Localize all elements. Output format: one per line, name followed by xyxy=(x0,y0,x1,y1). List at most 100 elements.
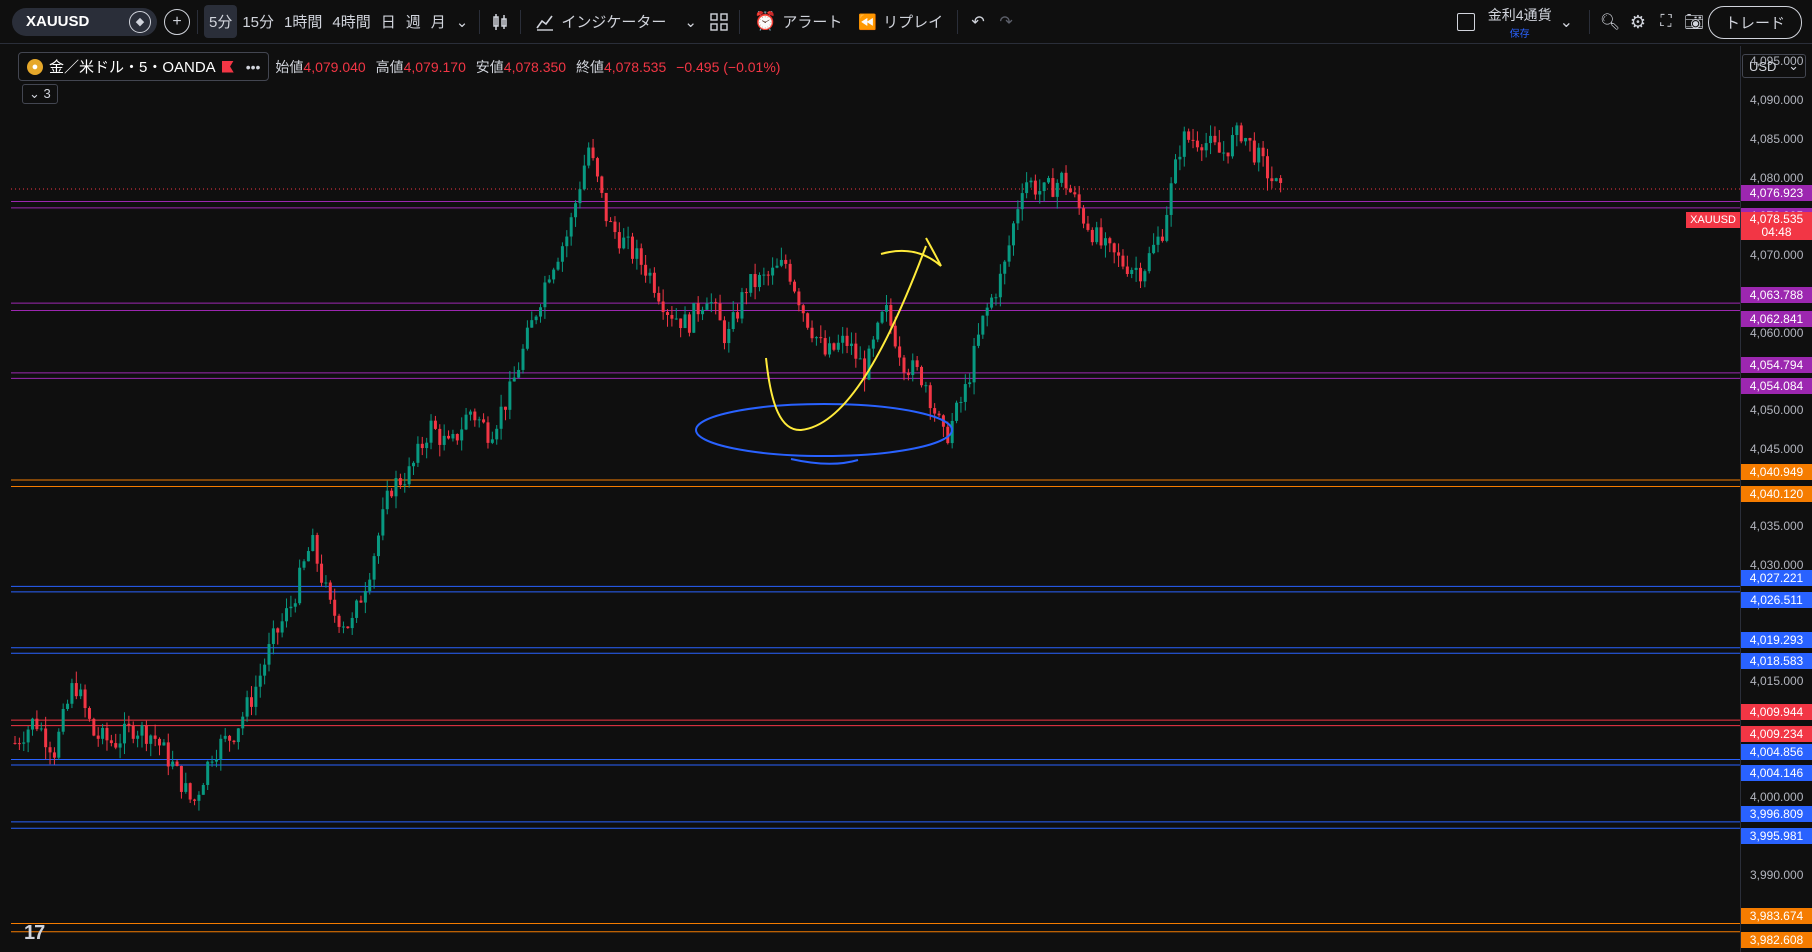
candle-body xyxy=(771,267,775,276)
tradingview-logo[interactable]: 17 xyxy=(24,922,45,945)
magnifier-icon: 🔍︎ xyxy=(1599,14,1621,31)
candle-body xyxy=(740,292,744,319)
timeframe-5m[interactable]: 5分 xyxy=(204,5,238,38)
candle-body xyxy=(622,237,626,249)
candle-body xyxy=(1230,135,1234,157)
candle-body xyxy=(976,334,980,346)
candle-body xyxy=(346,626,350,629)
undo-button[interactable]: ↶ xyxy=(964,8,992,36)
symbol-search[interactable]: XAUUSD ◆ xyxy=(12,7,157,36)
candle-body xyxy=(797,291,801,306)
candle-body xyxy=(52,752,56,758)
candle-body xyxy=(96,735,100,739)
alert-button[interactable]: ⏰ アラート xyxy=(746,11,850,32)
timeframe-15m[interactable]: 15分 xyxy=(237,5,279,38)
candle-body xyxy=(223,735,227,739)
candle-body xyxy=(1222,152,1226,154)
price-chart[interactable] xyxy=(11,46,1740,952)
low-value: 4,078.350 xyxy=(503,58,567,75)
chevron-down-icon[interactable]: ⌄ xyxy=(451,7,474,37)
candle-body xyxy=(1068,188,1072,193)
layout-checkbox[interactable] xyxy=(1452,8,1480,36)
candle-body xyxy=(832,343,836,350)
drawing-blue-stroke xyxy=(790,458,859,465)
candle-body xyxy=(13,742,17,744)
redo-button[interactable]: ↷ xyxy=(992,8,1020,36)
candle-body xyxy=(61,709,65,732)
candle-body xyxy=(985,307,989,316)
candle-body xyxy=(744,292,748,294)
candle-body xyxy=(219,738,223,760)
timeframe-4h[interactable]: 4時間 xyxy=(327,5,375,38)
axis-price-tag: 3,983.674 xyxy=(1741,907,1812,924)
quick-search-button[interactable]: 🔍︎ xyxy=(1596,8,1624,36)
candle-body xyxy=(429,420,433,443)
layouts-button[interactable] xyxy=(705,8,733,36)
candle-body xyxy=(1257,147,1261,163)
candle-body xyxy=(556,261,560,270)
timeframe-day[interactable]: 日 xyxy=(376,5,401,38)
chevron-down-icon[interactable]: ⌄ xyxy=(1560,12,1573,32)
candle-body xyxy=(324,582,328,584)
candle-body xyxy=(587,147,591,166)
last-price-tag: 4,078.535 04:48 xyxy=(1741,212,1812,240)
timeframe-1h[interactable]: 1時間 xyxy=(279,5,327,38)
timeframe-week[interactable]: 週 xyxy=(401,5,426,38)
compare-add-button[interactable]: + xyxy=(163,8,191,36)
candle-body xyxy=(1169,183,1173,215)
candle-body xyxy=(819,337,823,339)
chevron-down-icon: ⌄ xyxy=(684,13,697,31)
candle-body xyxy=(670,315,674,319)
candle-body xyxy=(1213,135,1217,143)
axis-price-tag: 4,040.949 xyxy=(1741,464,1812,481)
candle-body xyxy=(460,429,464,441)
replay-button[interactable]: ⏪ リプレイ xyxy=(850,11,951,32)
axis-price-tag: 4,019.293 xyxy=(1741,631,1812,648)
flag-icon xyxy=(221,60,234,73)
axis-price-tag: 4,063.788 xyxy=(1741,287,1812,304)
timeframe-month[interactable]: 月 xyxy=(426,5,451,38)
axis-tick-label: 4,060.000 xyxy=(1750,325,1804,340)
candle-body xyxy=(766,274,770,276)
candle-body xyxy=(464,414,468,430)
fullscreen-button[interactable]: ⛶ xyxy=(1652,8,1680,36)
candle-body xyxy=(1209,135,1213,144)
candle-type-button[interactable] xyxy=(486,8,514,36)
candle-body xyxy=(937,413,941,416)
low-label: 安値 xyxy=(475,58,504,75)
axis-price-tag: 4,027.221 xyxy=(1741,570,1812,587)
legend-symbol-chip[interactable]: ● 金／米ドル・5・OANDA ••• xyxy=(18,52,270,81)
candle-body xyxy=(793,281,797,292)
diamond-icon[interactable]: ◆ xyxy=(129,10,151,33)
candle-body xyxy=(968,382,972,385)
candle-body xyxy=(214,759,218,762)
candle-body xyxy=(1147,253,1151,272)
undo-icon: ↶ xyxy=(971,13,985,31)
candle-body xyxy=(1235,125,1239,136)
candle-body xyxy=(328,582,332,600)
indicators-button[interactable]: インジケーター ⌄ xyxy=(527,11,705,32)
candle-body xyxy=(880,311,884,323)
chart-legend: ● 金／米ドル・5・OANDA ••• 始値4,079.040 高値4,079.… xyxy=(18,52,786,81)
axis-price-tag: 4,054.084 xyxy=(1741,378,1812,395)
candle-body xyxy=(1187,131,1191,140)
axis-price-tag: 4,040.120 xyxy=(1741,486,1812,503)
candle-body xyxy=(893,325,897,347)
grid-icon xyxy=(710,12,728,31)
more-icon[interactable]: ••• xyxy=(246,59,261,75)
layout-name-block[interactable]: 金利4通貨 保存 xyxy=(1488,5,1552,40)
candle-body xyxy=(920,366,924,386)
candle-body xyxy=(131,725,135,739)
candle-body xyxy=(228,735,232,741)
snapshot-button[interactable]: 📷︎ xyxy=(1680,8,1708,36)
candle-body xyxy=(162,742,166,746)
candle-body xyxy=(447,435,451,439)
axis-tick-label: 4,085.000 xyxy=(1750,131,1804,146)
candle-body xyxy=(775,265,779,268)
candle-body xyxy=(267,644,271,665)
settings-button[interactable]: ⚙ xyxy=(1624,8,1652,36)
candle-body xyxy=(285,608,289,622)
trade-button[interactable]: トレード xyxy=(1707,5,1802,39)
indicators-collapse-toggle[interactable]: ⌄ 3 xyxy=(22,84,58,104)
candle-body xyxy=(1160,236,1164,241)
